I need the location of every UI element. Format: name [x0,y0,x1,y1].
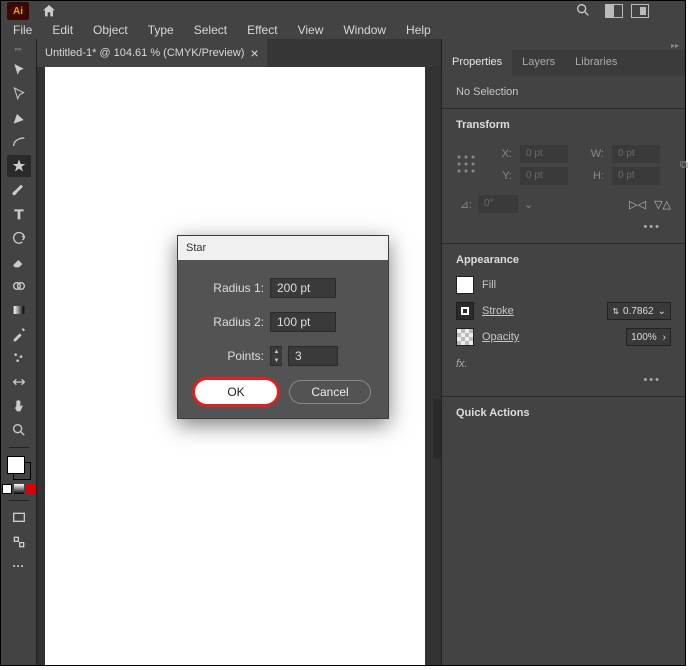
menu-select[interactable]: Select [186,21,235,39]
document-tab-title: Untitled-1* @ 104.61 % (CMYK/Preview) [45,47,244,59]
w-label: W: [588,148,604,160]
menu-type[interactable]: Type [140,21,182,39]
right-panel: ▸▸ Properties Layers Libraries No Select… [441,39,685,665]
points-input[interactable] [288,346,338,366]
type-tool[interactable] [7,203,31,225]
appearance-title: Appearance [456,254,671,266]
tab-layers[interactable]: Layers [512,50,565,76]
toolbar-more[interactable]: ··· [7,555,31,577]
dialog-title: Star [178,236,388,260]
menu-object[interactable]: Object [85,21,136,39]
menu-bar: File Edit Object Type Select Effect View… [1,21,685,39]
points-stepper[interactable]: ▲▼ [270,346,282,366]
appearance-more-icon[interactable]: ••• [456,370,671,386]
quick-actions-title: Quick Actions [456,407,671,419]
pen-tool[interactable] [7,107,31,129]
stroke-weight-input[interactable]: ⇅0.7862⌄ [607,302,671,320]
panel-tabs: Properties Layers Libraries [442,50,685,76]
menu-help[interactable]: Help [398,21,439,39]
selection-label: No Selection [456,86,671,98]
appearance-section: Appearance Fill Stroke ⇅0.7862⌄ Opacity … [442,244,685,396]
selection-state: No Selection [442,76,685,108]
search-icon[interactable] [575,2,591,21]
reference-point-icon[interactable] [456,154,476,177]
width-tool[interactable] [7,371,31,393]
star-tool[interactable] [7,155,31,177]
scrollbar-thumb[interactable] [433,399,441,459]
ok-button[interactable]: OK [195,380,277,404]
h-value: 0 pt [612,167,660,185]
fill-stroke-swatch[interactable] [7,456,31,480]
quick-actions-section: Quick Actions [442,397,685,439]
x-value: 0 pt [520,145,568,163]
h-label: H: [588,170,604,182]
menu-effect[interactable]: Effect [239,21,285,39]
angle-label: ⊿: [456,198,472,211]
link-wh-icon[interactable]: ⧉ [680,159,688,172]
eraser-tool[interactable] [7,251,31,273]
document-tabs: Untitled-1* @ 104.61 % (CMYK/Preview) × [37,39,441,67]
divider [9,500,29,501]
cancel-button[interactable]: Cancel [289,380,371,404]
angle-value: 0° [478,195,518,213]
star-dialog: Star Radius 1: Radius 2: Points: ▲▼ [177,235,389,419]
selection-tool[interactable] [7,59,31,81]
menu-edit[interactable]: Edit [44,21,81,39]
radius2-input[interactable] [270,312,336,332]
symbol-sprayer-tool[interactable] [7,347,31,369]
color-mode-swatches[interactable] [2,484,36,494]
x-label: X: [496,148,512,160]
zoom-tool[interactable] [7,419,31,441]
document-tab[interactable]: Untitled-1* @ 104.61 % (CMYK/Preview) × [37,39,267,67]
tab-libraries[interactable]: Libraries [565,50,627,76]
shape-builder-tool[interactable] [7,275,31,297]
title-bar: Ai [1,1,685,21]
divider [9,447,29,448]
stroke-swatch[interactable] [456,302,474,320]
opacity-input[interactable]: 100%› [626,328,671,346]
transform-more-icon[interactable]: ••• [456,217,671,233]
opacity-swatch[interactable] [456,328,474,346]
app-logo: Ai [7,2,29,20]
curvature-tool[interactable] [7,131,31,153]
canvas-area: Untitled-1* @ 104.61 % (CMYK/Preview) × … [37,39,441,665]
transform-section: Transform X: 0 pt Y: 0 pt W: 0 pt H: 0 pt ⧉ [442,109,685,243]
fill-label: Fill [482,279,496,291]
y-value: 0 pt [520,167,568,185]
flip-horizontal-icon[interactable]: ▷◁ [629,198,646,211]
toolbar: ▸▸ ··· [1,39,37,665]
fill-swatch[interactable] [456,276,474,294]
home-icon[interactable] [41,3,57,19]
eyedropper-tool[interactable] [7,323,31,345]
direct-selection-tool[interactable] [7,83,31,105]
menu-view[interactable]: View [290,21,332,39]
screen-mode-tool[interactable] [7,507,31,529]
panel-collapse-icon[interactable]: ▸▸ [442,39,685,50]
transform-title: Transform [456,119,671,131]
radius2-label: Radius 2: [194,315,264,329]
tab-properties[interactable]: Properties [442,50,512,76]
stroke-label: Stroke [482,305,514,317]
y-label: Y: [496,170,512,182]
points-label: Points: [194,349,264,363]
chevron-down-icon[interactable]: ⌄ [524,198,533,211]
gradient-tool[interactable] [7,299,31,321]
hand-tool[interactable] [7,395,31,417]
opacity-label: Opacity [482,331,519,343]
flip-vertical-icon[interactable]: ▽△ [654,198,671,211]
tab-close-icon[interactable]: × [250,45,258,61]
menu-window[interactable]: Window [335,21,394,39]
arrange-documents-icon[interactable] [605,4,623,18]
rotate-tool[interactable] [7,227,31,249]
radius1-input[interactable] [270,278,336,298]
paintbrush-tool[interactable] [7,179,31,201]
w-value: 0 pt [612,145,660,163]
workspace-switcher-icon[interactable] [631,4,649,18]
toolbar-header: ▸▸ [15,45,22,53]
menu-file[interactable]: File [5,21,40,39]
fx-label[interactable]: fx. [456,358,671,370]
radius1-label: Radius 1: [194,281,264,295]
edit-toolbar[interactable] [7,531,31,553]
